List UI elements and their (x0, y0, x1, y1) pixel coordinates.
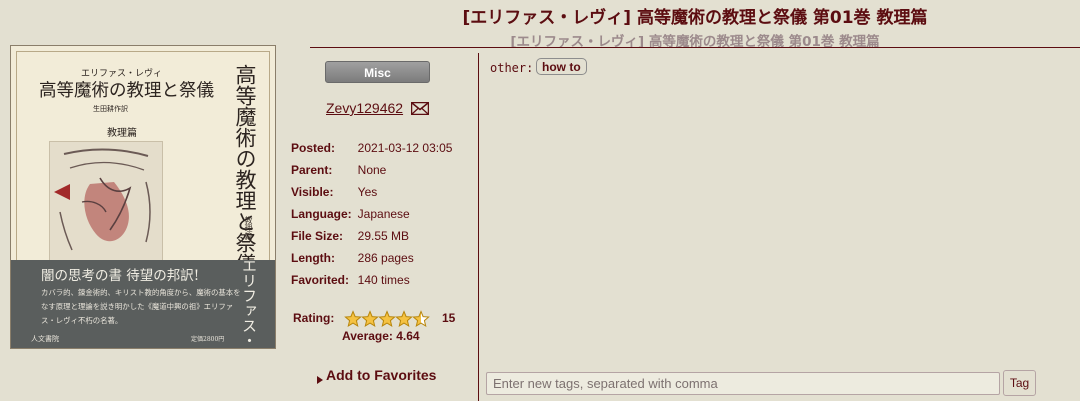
cover-publisher: 人文書院 (31, 335, 59, 343)
meta-label: Parent: (291, 163, 333, 177)
tag-namespace-label: other: (490, 61, 534, 75)
meta-row-favorited: Favorited: 140 times (291, 269, 452, 291)
cover-thumbnail[interactable]: エリファス・レヴィ 高等魔術の教理と祭儀 生田耕作訳 教理篇 高等魔術の教理と祭… (10, 45, 276, 349)
meta-label: Length: (291, 251, 335, 265)
meta-value: Japanese (357, 207, 410, 221)
cover-price: 定価2800円 (191, 336, 225, 343)
rating-label: Rating: (293, 311, 335, 325)
meta-value[interactable]: None (358, 159, 453, 181)
meta-row-length: Length: 286 pages (291, 247, 452, 269)
cover-band-copy: カバラ的、錬金術的、キリスト教的角度から、魔術の基本をなす原理と理論を説き明かし… (41, 288, 241, 325)
meta-label: Visible: (291, 185, 334, 199)
meta-value: Yes (357, 185, 378, 199)
cover-vertical-title: 高等魔術の教理と祭儀 (233, 64, 257, 274)
column-divider (478, 53, 479, 401)
rating-count: 15 (442, 311, 456, 325)
new-tags-input[interactable] (486, 372, 1000, 395)
cover-illustration (49, 141, 163, 263)
meta-value: 140 times (357, 273, 410, 287)
meta-value: 29.55 MB (357, 229, 410, 243)
gallery-metadata: Posted: 2021-03-12 03:05 Parent: None Visi… (291, 137, 452, 291)
meta-row-visible: Visible: Yes (291, 181, 452, 203)
cover-volume: 教理篇 (107, 128, 137, 139)
cover-vertical-volume: 教理篇 (244, 216, 253, 240)
cover-band-headline: 闇の思考の書 待望の邦訳! (41, 268, 200, 284)
meta-row-file-size: File Size: 29.55 MB (291, 225, 452, 247)
add-to-favorites-link[interactable]: Add to Favorites (326, 367, 436, 383)
envelope-icon[interactable] (410, 101, 430, 120)
star-icon[interactable] (344, 310, 362, 328)
meta-value: 286 pages (357, 251, 414, 265)
gallery-title: [エリファス・レヴィ] 高等魔術の教理と祭儀 第01巻 教理篇 (462, 8, 928, 28)
meta-row-language: Language: Japanese (291, 203, 452, 225)
triangle-right-icon (317, 371, 323, 389)
uploader-link[interactable]: Zevy129462 (326, 100, 403, 116)
cover-title: 高等魔術の教理と祭儀 (39, 81, 214, 101)
title-divider (310, 47, 1080, 48)
meta-label: File Size: (291, 229, 344, 243)
tag-submit-button[interactable]: Tag (1003, 370, 1036, 396)
cover-translator: 生田耕作訳 (93, 105, 128, 113)
meta-value: 2021-03-12 03:05 (357, 141, 453, 155)
category-button[interactable]: Misc (325, 61, 430, 83)
meta-row-parent: Parent: None (291, 159, 452, 181)
cover-band-vertical: エリファス・レヴィ (240, 258, 258, 349)
rating-average: Average: 4.64 (342, 329, 420, 343)
tag-pill[interactable]: how to (536, 58, 587, 75)
star-icon[interactable] (378, 310, 396, 328)
gallery-title-alt: [エリファス・レヴィ] 高等魔術の教理と祭儀 第01巻 教理篇 (510, 34, 880, 50)
meta-label: Favorited: (291, 273, 350, 287)
star-icon[interactable] (395, 310, 413, 328)
meta-label: Language: (291, 207, 352, 221)
star-icon[interactable] (361, 310, 379, 328)
star-icon[interactable] (412, 310, 430, 328)
meta-label: Posted: (291, 141, 336, 155)
meta-row-posted: Posted: 2021-03-12 03:05 (291, 137, 452, 159)
